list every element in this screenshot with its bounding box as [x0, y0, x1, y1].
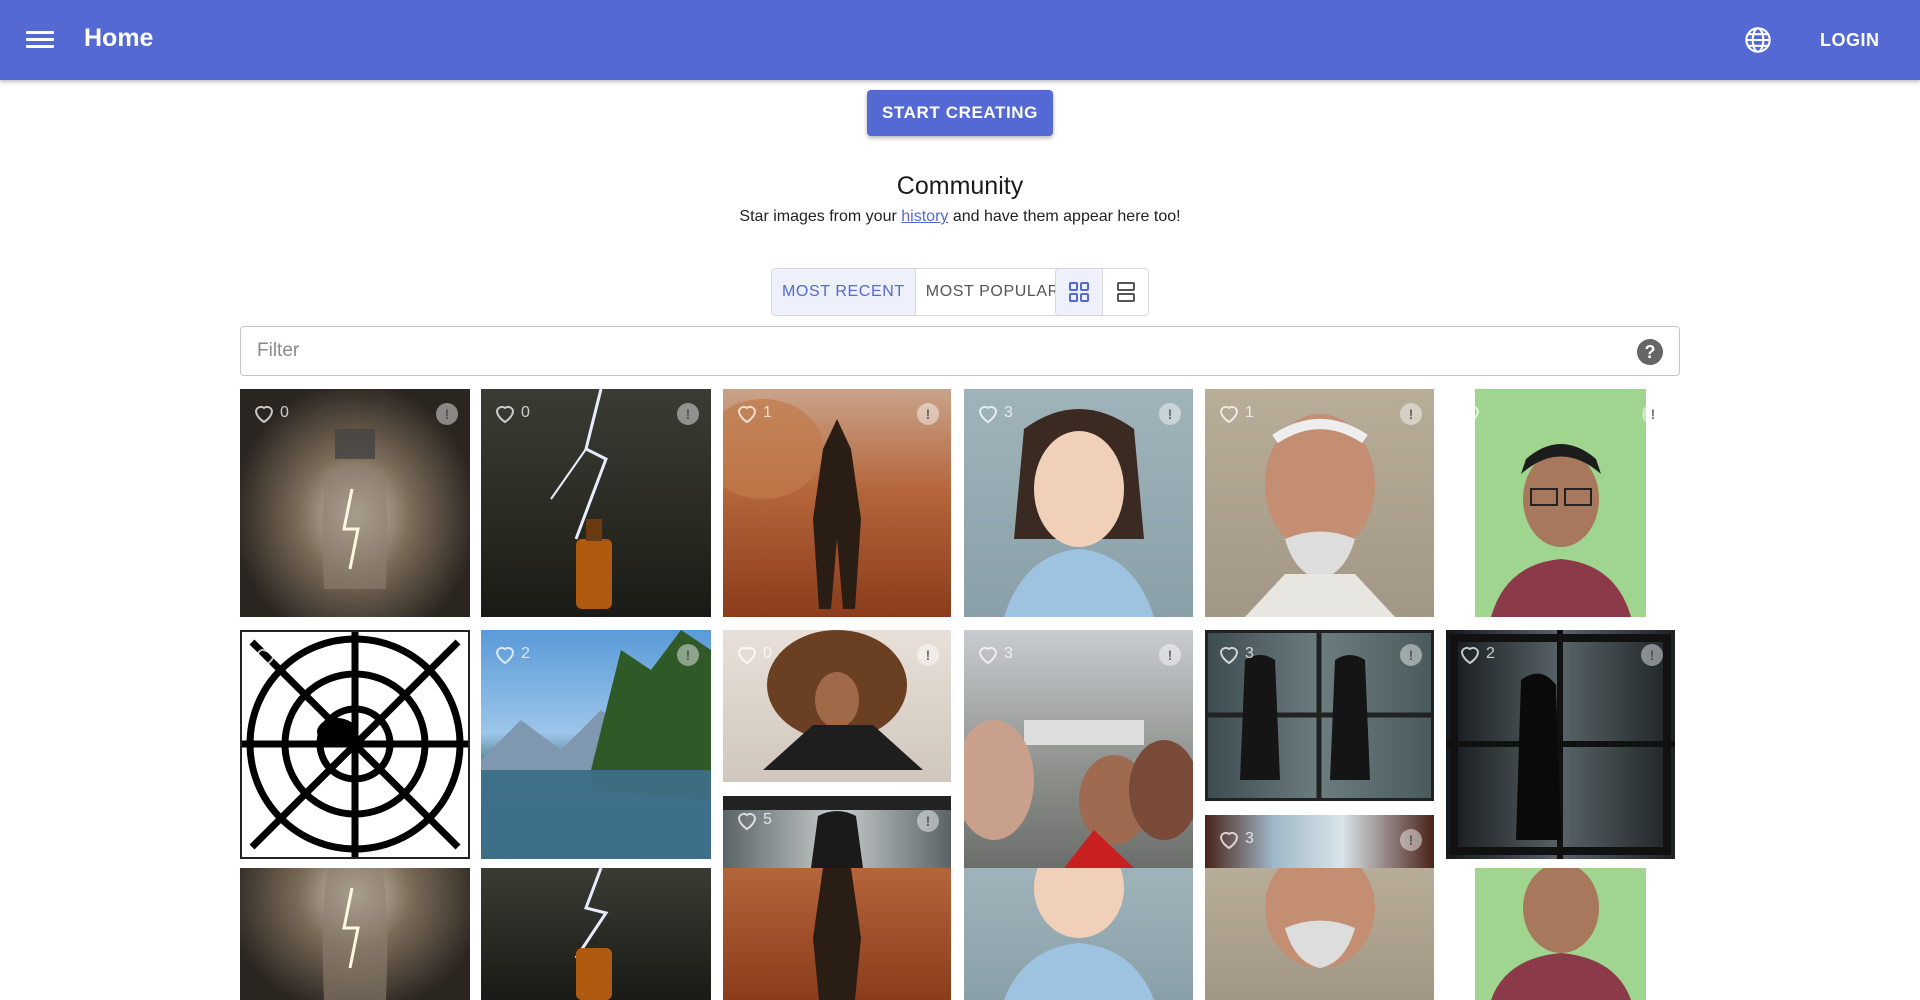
like-count: 3 — [1004, 404, 1013, 421]
like-button[interactable]: 0 — [735, 642, 772, 666]
like-count: 0 — [280, 404, 289, 421]
image-card[interactable] — [240, 630, 470, 859]
image-card[interactable]: 5 ! — [723, 796, 951, 868]
image-card[interactable]: 2 ! — [1446, 630, 1675, 859]
report-icon[interactable]: ! — [677, 644, 699, 666]
like-count: 1 — [763, 404, 772, 421]
like-button[interactable]: 0 — [493, 401, 530, 425]
like-count: 0 — [521, 404, 530, 421]
image-card[interactable]: 3 ! — [1205, 630, 1434, 801]
like-count: 0 — [763, 645, 772, 662]
report-icon[interactable]: ! — [1159, 403, 1181, 425]
menu-icon[interactable] — [26, 28, 54, 52]
login-button[interactable]: LOGIN — [1810, 24, 1890, 56]
image-card[interactable]: 0 ! — [481, 389, 711, 617]
like-count: 5 — [763, 811, 772, 828]
image-card[interactable] — [240, 868, 470, 1000]
like-count: 2 — [521, 645, 530, 662]
like-count: 3 — [1245, 830, 1254, 847]
report-icon[interactable]: ! — [677, 403, 699, 425]
heart-icon — [978, 646, 998, 665]
image-card[interactable] — [1205, 868, 1434, 1000]
image-card[interactable] — [481, 868, 711, 1000]
heart-icon — [737, 646, 757, 665]
like-button[interactable]: 3 — [1217, 642, 1254, 666]
like-button[interactable]: 3 — [1217, 827, 1254, 851]
report-icon[interactable]: ! — [917, 403, 939, 425]
report-icon[interactable]: ! — [917, 644, 939, 666]
heart-icon — [737, 812, 757, 831]
image-card[interactable]: 3 ! — [964, 389, 1193, 617]
report-icon[interactable]: ! — [436, 403, 458, 425]
image-card[interactable] — [1446, 868, 1676, 1000]
image-card[interactable]: 3 ! — [964, 630, 1193, 868]
like-count: 2 — [1486, 645, 1495, 662]
like-count: 3 — [1245, 645, 1254, 662]
heart-icon — [495, 646, 515, 665]
report-icon[interactable]: ! — [1400, 403, 1422, 425]
image-gallery: 0 ! 0 ! 1 ! 3 ! 1 ! ! 2 ! 0 ! 3 ! 3 ! 2 … — [0, 0, 1920, 1000]
like-button[interactable]: 0 — [252, 401, 289, 425]
app-bar: Home LOGIN — [0, 0, 1920, 80]
heart-icon — [1460, 646, 1480, 665]
image-card[interactable]: 0 ! — [723, 630, 951, 782]
like-button[interactable] — [1458, 401, 1486, 425]
heart-icon — [1460, 405, 1480, 424]
report-icon[interactable]: ! — [1400, 829, 1422, 851]
image-card[interactable] — [723, 868, 951, 1000]
report-icon[interactable]: ! — [917, 810, 939, 832]
like-button[interactable]: 2 — [493, 642, 530, 666]
heart-icon — [256, 648, 276, 667]
page-title: Home — [84, 24, 154, 52]
heart-icon — [1219, 405, 1239, 424]
image-card[interactable]: 1 ! — [1205, 389, 1434, 617]
report-icon[interactable]: ! — [1641, 644, 1663, 666]
globe-icon[interactable] — [1744, 26, 1772, 54]
heart-icon — [737, 405, 757, 424]
heart-icon — [1219, 831, 1239, 850]
like-count: 3 — [1004, 645, 1013, 662]
like-button[interactable]: 5 — [735, 808, 772, 832]
image-card[interactable]: 3 ! — [1205, 815, 1434, 868]
image-card[interactable] — [964, 868, 1193, 1000]
report-icon[interactable]: ! — [1159, 644, 1181, 666]
heart-icon — [254, 405, 274, 424]
image-card[interactable]: 2 ! — [481, 630, 711, 859]
heart-icon — [1219, 646, 1239, 665]
like-button[interactable]: 1 — [1217, 401, 1254, 425]
report-icon[interactable]: ! — [1642, 403, 1664, 425]
image-card[interactable]: 0 ! — [240, 389, 470, 617]
like-button[interactable]: 3 — [976, 642, 1013, 666]
like-button[interactable]: 2 — [1458, 642, 1495, 666]
heart-icon — [978, 405, 998, 424]
like-button[interactable]: 3 — [976, 401, 1013, 425]
heart-icon — [495, 405, 515, 424]
image-card[interactable]: ! — [1446, 389, 1676, 617]
like-count: 1 — [1245, 404, 1254, 421]
like-button[interactable] — [254, 644, 282, 668]
report-icon[interactable]: ! — [1400, 644, 1422, 666]
like-button[interactable]: 1 — [735, 401, 772, 425]
image-card[interactable]: 1 ! — [723, 389, 951, 617]
